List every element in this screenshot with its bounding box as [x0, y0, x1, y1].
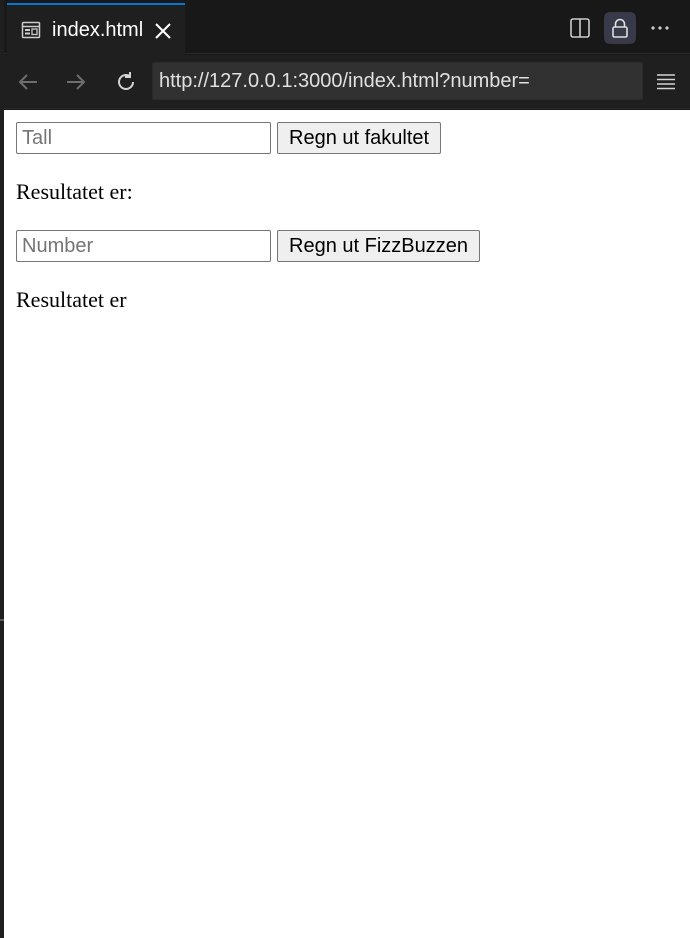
more-actions-icon[interactable]	[644, 12, 676, 44]
browser-nav-bar: http://127.0.0.1:3000/index.html?number=	[4, 55, 690, 109]
web-page: Regn ut fakultet Resultatet er: Regn ut …	[4, 110, 690, 938]
reload-icon[interactable]	[110, 66, 142, 98]
factorial-form: Regn ut fakultet	[16, 122, 678, 154]
fizzbuzz-result: Resultatet er	[16, 287, 127, 312]
factorial-result: Resultatet er:	[16, 179, 133, 204]
menu-icon[interactable]	[650, 66, 682, 98]
editor-actions	[564, 12, 676, 44]
calculate-fizzbuzz-button[interactable]: Regn ut FizzBuzzen	[277, 230, 480, 262]
lock-icon[interactable]	[604, 12, 636, 44]
forward-arrow-icon[interactable]	[60, 66, 92, 98]
factorial-input[interactable]	[16, 122, 271, 154]
split-editor-icon[interactable]	[564, 12, 596, 44]
editor-window: index.html http://127.0.0.1:3000/index.h…	[0, 0, 690, 938]
tab-title: index.html	[52, 19, 144, 41]
url-input[interactable]: http://127.0.0.1:3000/index.html?number=	[152, 62, 643, 100]
preview-icon	[21, 20, 41, 40]
tab-index-html[interactable]: index.html	[7, 3, 185, 55]
calculate-factorial-button[interactable]: Regn ut fakultet	[277, 122, 442, 154]
fizzbuzz-input[interactable]	[16, 230, 271, 262]
close-icon[interactable]	[151, 19, 175, 43]
tab-bar: index.html	[4, 0, 690, 55]
back-arrow-icon[interactable]	[12, 66, 44, 98]
fizzbuzz-form: Regn ut FizzBuzzen	[16, 230, 678, 262]
